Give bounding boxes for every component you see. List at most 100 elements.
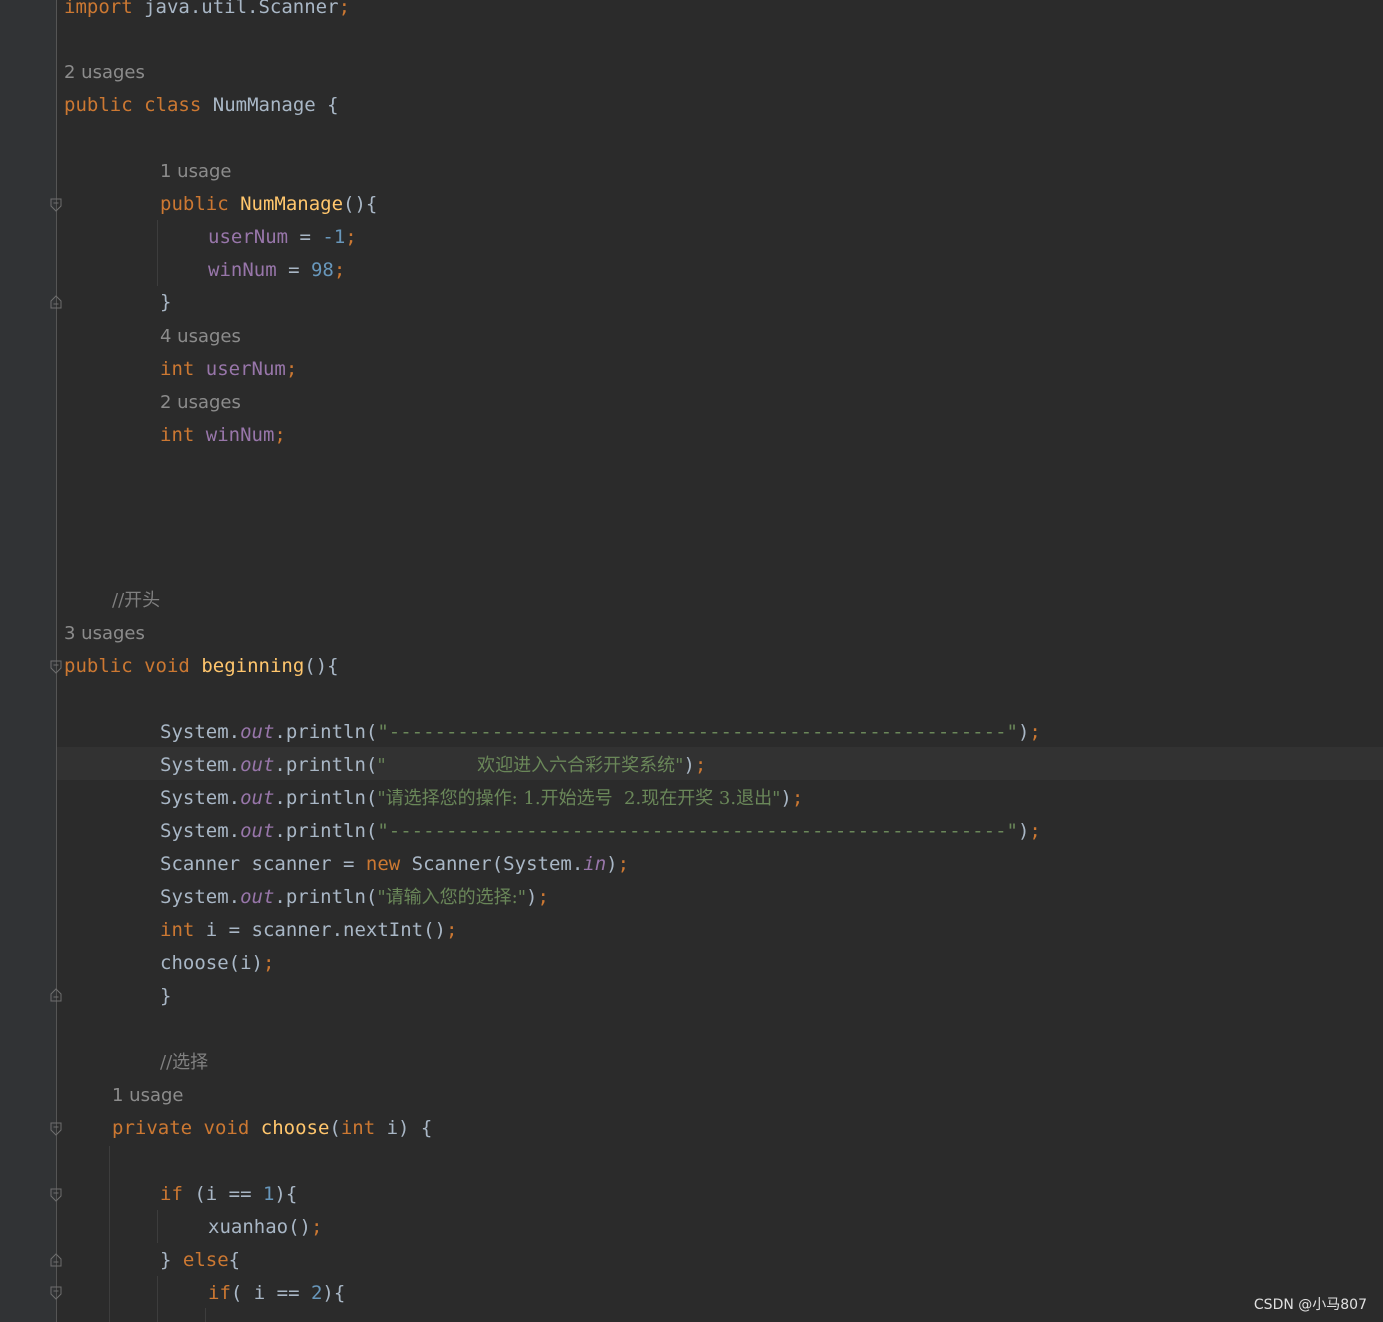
fold-close-icon[interactable] [50,988,62,1002]
method-call: choose(i) [160,952,263,974]
code-line-close-brace[interactable]: } [160,980,171,1013]
code-line-field-winnum[interactable]: int winNum; [160,419,286,452]
code-line-assign-winnum[interactable]: winNum = 98; [208,254,345,287]
keyword: import [64,0,133,18]
statement: i = scanner.nextInt() [194,919,446,941]
brace: } [160,291,172,313]
keyword: public [64,94,133,116]
code-line-assign-usernum[interactable]: userNum = -1; [208,221,357,254]
constructor-call: Scanner(System. [400,853,584,875]
string-literal: "请选择您的操作: 1.开始选号 2.现在开奖 3.退出" [377,788,781,809]
paren: ){ [322,1282,346,1304]
usages-hint[interactable]: 1 usage [160,155,232,188]
code-line-if1[interactable]: if (i == 1){ [160,1178,297,1211]
code-line-nextint[interactable]: int i = scanner.nextInt(); [160,914,457,947]
code-line-beginning-decl[interactable]: public void beginning(){ [64,650,339,683]
println-method: .println( [274,754,378,776]
code-line-if2[interactable]: if( i == 2){ [208,1277,345,1310]
println-method: .println( [274,820,378,842]
code-line-import[interactable]: import java.util.Scanner; [64,0,350,24]
paren: ) [525,886,538,908]
println-method: .println( [274,787,378,809]
comment-text: //开头 [112,590,161,611]
fold-open-icon[interactable] [50,1122,62,1136]
usages-hint[interactable]: 3 usages [64,617,145,650]
number-literal: 1 [262,1183,275,1205]
fold-close-icon[interactable] [50,1253,62,1267]
paren: ) [683,754,695,776]
indent-guide [157,1276,158,1322]
fold-close-icon[interactable] [50,295,62,309]
code-line-println[interactable]: System.out.println("--------------------… [160,716,1041,749]
semicolon: ; [1029,820,1041,842]
code-line-scanner[interactable]: Scanner scanner = new Scanner(System.in)… [160,848,629,881]
import-path: java.util.Scanner [144,0,339,18]
code-line-ctor-close[interactable]: } [160,286,171,319]
code-comment[interactable]: //选择 [160,1046,208,1079]
keyword: if [208,1282,231,1304]
class-name: NumManage [212,94,316,116]
declaration: Scanner scanner = [160,853,366,875]
usages-hint[interactable]: 2 usages [64,56,145,89]
fold-open-icon[interactable] [50,1188,62,1202]
keyword: int [340,1117,376,1139]
indent-guide [205,1308,206,1322]
params: i) { [375,1117,433,1139]
code-comment[interactable]: //开头 [112,584,160,617]
keyword: public [64,655,133,677]
keyword: public [160,193,229,215]
code-line-else[interactable]: } else{ [160,1244,240,1277]
code-line-field-usernum[interactable]: int userNum; [160,353,297,386]
field-name: winNum [205,424,275,446]
method-name: beginning [201,655,305,677]
println-obj: System. [160,787,241,809]
usages-hint[interactable]: 4 usages [160,320,241,353]
condition: (i == [182,1183,263,1205]
fold-open-icon[interactable] [50,660,62,674]
keyword: private [112,1117,193,1139]
keyword: new [365,853,401,875]
field-name: userNum [205,358,286,380]
semicolon: ; [274,424,286,446]
semicolon: ; [345,226,357,248]
code-line-ctor-decl[interactable]: public NumManage(){ [160,188,377,221]
keyword: class [144,94,202,116]
paren: (){ [343,193,378,215]
semicolon: ; [333,259,346,281]
code-line-println[interactable]: System.out.println("请选择您的操作: 1.开始选号 2.现在… [160,782,803,815]
code-line-class-decl[interactable]: public class NumManage { [64,89,339,122]
paren: ) [780,787,792,809]
string-literal: "请输入您的选择:" [377,887,526,908]
indent-guide [109,1146,110,1322]
code-line-choose-decl[interactable]: private void choose(int i) { [112,1112,432,1145]
code-line-println[interactable]: System.out.println("请输入您的选择:"); [160,881,549,914]
code-line-xuanhao[interactable]: xuanhao(); [208,1211,322,1244]
paren: ( [329,1117,341,1139]
number-literal: -1 [322,226,346,248]
semicolon: ; [537,886,549,908]
keyword: else [182,1249,229,1271]
method-call: xuanhao() [208,1216,311,1238]
usages-hint[interactable]: 2 usages [160,386,241,419]
static-field: out [240,754,275,776]
println-method: .println( [274,721,378,743]
fold-open-icon[interactable] [50,198,62,212]
semicolon: ; [446,919,458,941]
usages-hint[interactable]: 1 usage [112,1079,184,1112]
println-obj: System. [160,886,241,908]
static-field: in [583,853,607,875]
semicolon: ; [791,787,804,809]
keyword: int [160,919,195,941]
keyword: void [203,1117,250,1139]
fold-open-icon[interactable] [50,1286,62,1300]
code-line-println-current[interactable]: System.out.println(" 欢迎进入六合彩开奖系统"); [160,749,706,782]
brace: } [160,1249,183,1271]
keyword: int [160,424,195,446]
semicolon: ; [285,358,298,380]
code-line-println[interactable]: System.out.println("--------------------… [160,815,1041,848]
static-field: out [240,820,275,842]
code-line-choose-call[interactable]: choose(i); [160,947,274,980]
operator: = [288,226,323,248]
static-field: out [240,787,275,809]
number-literal: 2 [310,1282,323,1304]
